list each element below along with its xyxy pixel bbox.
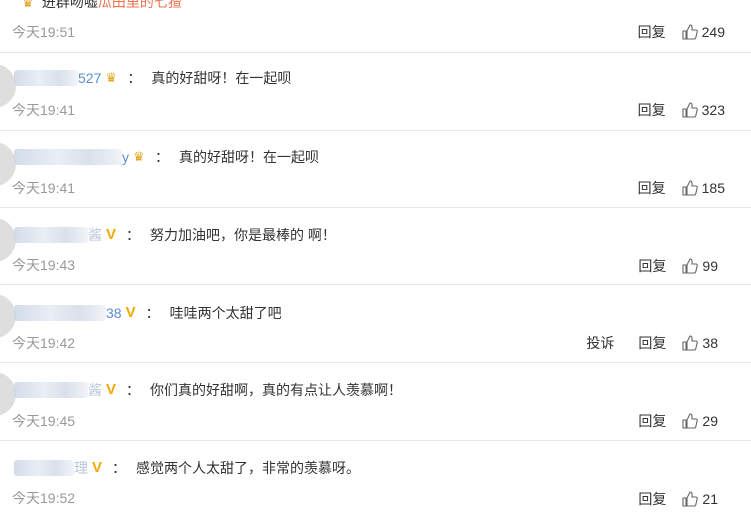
- comment-body: 酱 V ： 你们真的好甜啊，真的有点让人羡慕啊！: [14, 380, 402, 400]
- colon: ：: [145, 305, 160, 321]
- partial-comment-text: ♛ 进群吻嘘瓜田里的七猹: [18, 0, 182, 12]
- username-blurred[interactable]: [14, 382, 88, 398]
- comment-actions: 回复 185: [614, 178, 725, 198]
- thumbs-up-icon: [682, 24, 698, 40]
- reply-button[interactable]: 回复: [638, 256, 666, 276]
- colon: ：: [126, 227, 140, 243]
- comment-actions: 投诉 回复 38: [562, 333, 718, 353]
- username-blurred[interactable]: [14, 305, 106, 321]
- comment-body: 38 V ： 哇哇两个太甜了吧: [14, 303, 282, 323]
- comment-time: 今天19:41: [12, 180, 76, 196]
- comment-body: 酱 V ： 努力加油吧，你是最棒的 啊！: [14, 225, 336, 245]
- comment-text: 真的好甜呀！在一起呗: [179, 149, 319, 165]
- comment-actions: 回复 249: [614, 22, 725, 42]
- colon: ：: [112, 460, 126, 476]
- comment-actions: 回复 29: [614, 411, 718, 431]
- reply-button[interactable]: 回复: [638, 489, 666, 509]
- comment-text: 哇哇两个太甜了吧: [169, 305, 282, 321]
- verified-v-icon: V: [106, 226, 117, 243]
- colon: ：: [127, 70, 142, 86]
- like-count: 323: [701, 102, 725, 118]
- username-blurred[interactable]: [14, 70, 78, 86]
- like-button[interactable]: 99: [682, 258, 718, 274]
- username-tail[interactable]: 理: [74, 458, 88, 478]
- like-count: 185: [701, 180, 725, 196]
- comment-actions: 回复 21: [614, 489, 718, 509]
- username-blurred[interactable]: [14, 227, 88, 243]
- like-count: 29: [702, 413, 718, 429]
- colon: ：: [155, 149, 169, 165]
- comment-actions: 回复 99: [614, 256, 718, 276]
- comment-text: 真的好甜呀！在一起呗: [151, 70, 292, 86]
- thumbs-up-icon: [682, 413, 699, 429]
- reply-button[interactable]: 回复: [638, 22, 666, 42]
- colon: ：: [126, 382, 140, 398]
- comment-text: 感觉两个人太甜了，非常的羡慕呀。: [136, 460, 360, 476]
- divider: [0, 130, 751, 131]
- mention-link[interactable]: 瓜田里的七猹: [98, 0, 182, 10]
- like-button[interactable]: 21: [682, 491, 718, 507]
- like-button[interactable]: 29: [682, 413, 718, 429]
- comment-time: 今天19:52: [12, 490, 76, 506]
- like-button[interactable]: 323: [682, 102, 725, 118]
- verified-v-icon: V: [106, 381, 117, 398]
- vip-crown-icon: ♛: [105, 70, 118, 85]
- verified-v-icon: V: [125, 304, 136, 321]
- reply-button[interactable]: 回复: [638, 333, 666, 353]
- comment-text: 进群吻嘘: [41, 0, 98, 10]
- thumbs-up-icon: [682, 335, 699, 351]
- comment-time: 今天19:41: [12, 102, 76, 118]
- comment-time: 今天19:45: [12, 413, 76, 429]
- thumbs-up-icon: [682, 258, 699, 274]
- reply-button[interactable]: 回复: [638, 178, 666, 198]
- like-button[interactable]: 185: [682, 180, 725, 196]
- thumbs-up-icon: [682, 180, 698, 196]
- divider: [0, 362, 751, 363]
- reply-button[interactable]: 回复: [638, 100, 666, 120]
- username-tail[interactable]: 酱: [88, 225, 102, 245]
- comment-time: 今天19:42: [12, 335, 76, 351]
- username-tail[interactable]: 527: [78, 70, 101, 86]
- thumbs-up-icon: [682, 102, 698, 118]
- username-tail[interactable]: 酱: [88, 380, 102, 400]
- username-tail[interactable]: y: [122, 149, 129, 165]
- divider: [0, 440, 751, 441]
- like-button[interactable]: 38: [682, 335, 718, 351]
- verified-v-icon: V: [92, 459, 103, 476]
- divider: [0, 207, 751, 208]
- thumbs-up-icon: [682, 491, 699, 507]
- comment-body: 527 ♛ ： 真的好甜呀！在一起呗: [14, 68, 291, 88]
- username-tail[interactable]: 38: [106, 305, 122, 321]
- reply-button[interactable]: 回复: [638, 411, 666, 431]
- vip-crown-icon: ♛: [133, 149, 145, 164]
- divider: [0, 284, 751, 285]
- comment-actions: 回复 323: [614, 100, 725, 120]
- report-button[interactable]: 投诉: [586, 333, 614, 353]
- like-count: 38: [702, 335, 718, 351]
- comment-time: 今天19:43: [12, 257, 76, 273]
- like-count: 21: [702, 491, 718, 507]
- like-count: 249: [701, 24, 725, 40]
- username-blurred[interactable]: [14, 149, 122, 165]
- like-count: 99: [702, 258, 718, 274]
- comment-time: 今天19:51: [12, 24, 76, 40]
- divider: [0, 52, 751, 53]
- username-blurred[interactable]: [14, 460, 74, 476]
- like-button[interactable]: 249: [682, 24, 725, 40]
- comment-body: y ♛ ： 真的好甜呀！在一起呗: [14, 147, 319, 167]
- comment-body: 理 V ： 感觉两个人太甜了，非常的羡慕呀。: [14, 458, 360, 478]
- comment-text: 努力加油吧，你是最棒的 啊！: [150, 227, 336, 243]
- vip-crown-icon: ♛: [22, 0, 34, 10]
- comment-text: 你们真的好甜啊，真的有点让人羡慕啊！: [150, 382, 402, 398]
